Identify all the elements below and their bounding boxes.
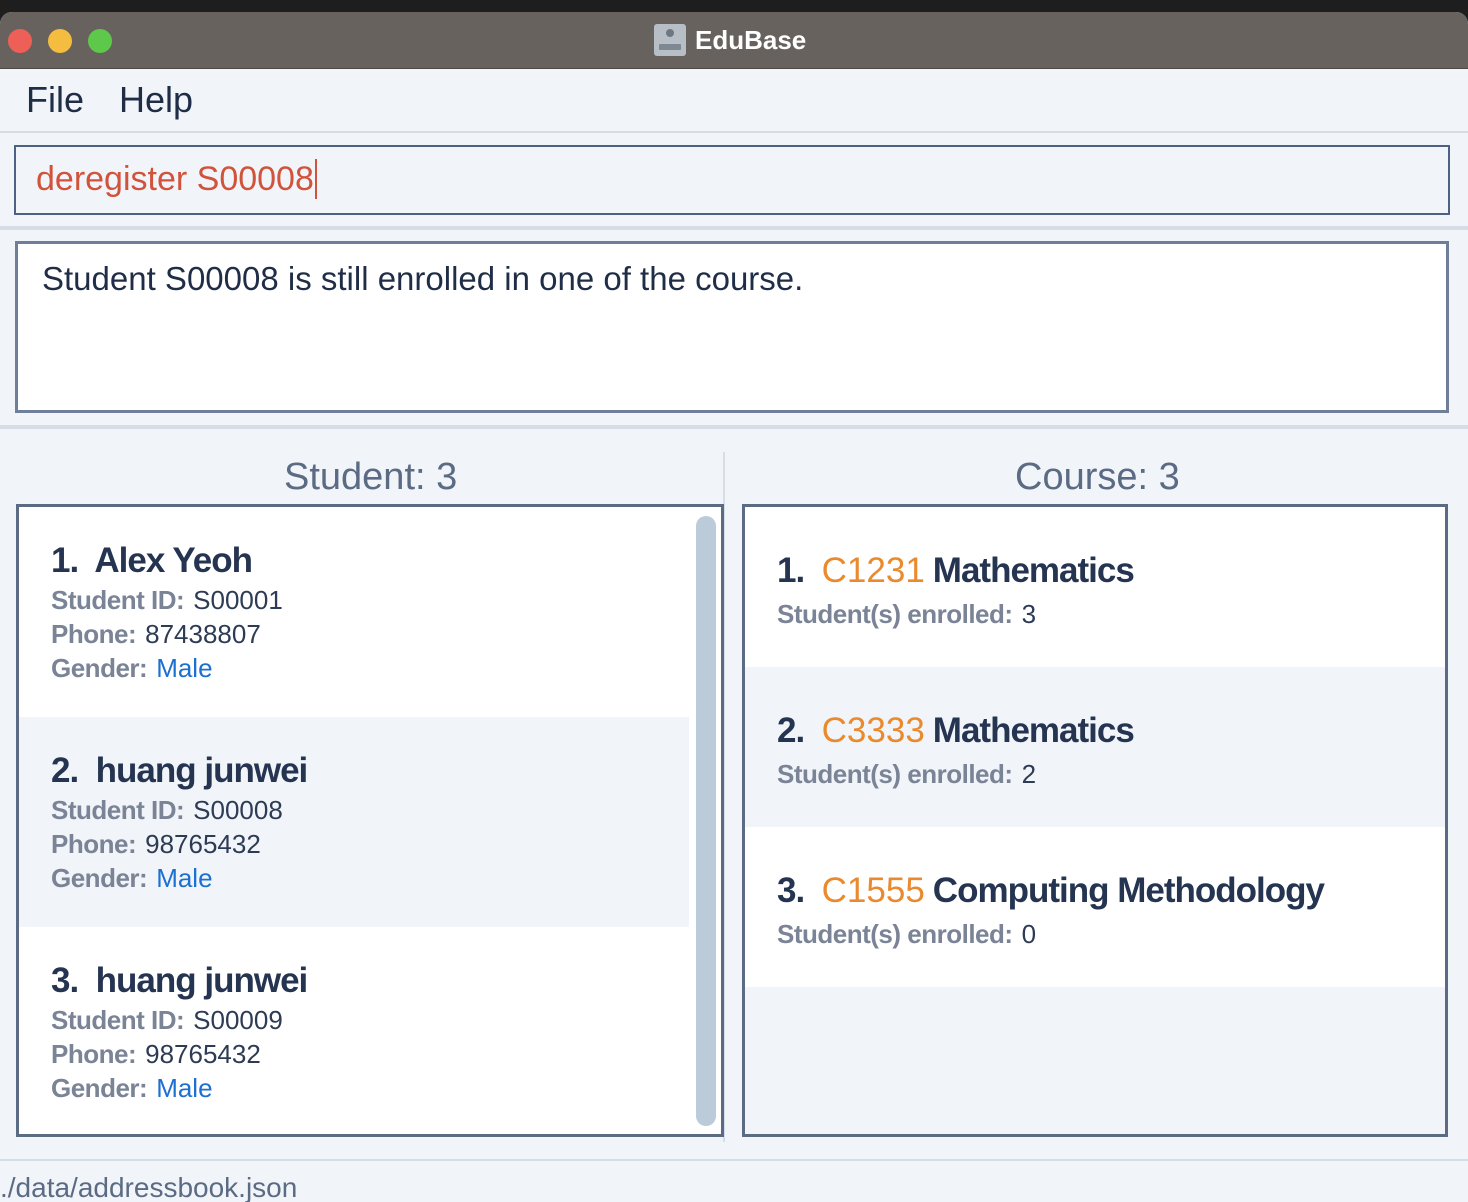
student-panel-title: Student: 3 <box>284 456 458 498</box>
course-heading: 3. C1555 Computing Methodology <box>777 871 1325 911</box>
window-title-group: EduBase <box>654 22 806 58</box>
student-id-label: Student ID: <box>51 585 185 615</box>
student-gender-value: Male <box>156 653 213 683</box>
window-title: EduBase <box>695 24 807 55</box>
student-id-label: Student ID: <box>51 795 185 825</box>
student-phone-value: 87438807 <box>145 619 261 649</box>
course-enrolled-value: 0 <box>1021 919 1037 949</box>
course-heading: 2. C3333 Mathematics <box>777 711 1135 751</box>
course-card[interactable]: 1. C1231 Mathematics Student(s) enrolled:… <box>745 507 1445 667</box>
student-id-row: Student ID: S00009 <box>51 1005 283 1036</box>
command-input[interactable]: deregister S00008 <box>36 159 317 201</box>
student-name: 2. huang junwei <box>51 751 309 791</box>
student-name-text: Alex Yeoh <box>94 541 253 580</box>
course-enrolled-label: Student(s) enrolled: <box>777 759 1013 789</box>
student-id-row: Student ID: S00008 <box>51 795 283 826</box>
course-enrolled-row: Student(s) enrolled: 3 <box>777 599 1036 630</box>
student-gender-label: Gender: <box>51 653 148 683</box>
course-index: 2. <box>777 711 805 750</box>
student-list-scrollbar[interactable] <box>696 516 716 1126</box>
result-message: Student S00008 is still enrolled in one … <box>42 260 804 297</box>
status-bar-path: ./data/addressbook.json <box>0 1172 298 1202</box>
student-index: 1. <box>51 541 79 580</box>
course-name: Mathematics <box>932 711 1135 750</box>
close-window-button[interactable] <box>8 29 32 53</box>
student-gender-value: Male <box>156 863 213 893</box>
minimize-window-button[interactable] <box>48 29 72 53</box>
student-phone-label: Phone: <box>51 619 137 649</box>
student-id-value: S00008 <box>193 795 283 825</box>
divider-command <box>0 226 1468 230</box>
student-phone-label: Phone: <box>51 829 137 859</box>
course-index: 1. <box>777 551 805 590</box>
student-list[interactable]: 1. Alex Yeoh Student ID: S00001 Phone: 874… <box>16 504 724 1137</box>
student-id-label: Student ID: <box>51 1005 185 1035</box>
student-phone-row: Phone: 98765432 <box>51 1039 261 1070</box>
student-id-row: Student ID: S00001 <box>51 585 283 616</box>
student-index: 2. <box>51 751 79 790</box>
course-enrolled-label: Student(s) enrolled: <box>777 599 1013 629</box>
divider-status <box>0 1159 1468 1161</box>
course-name: Computing Methodology <box>932 871 1325 910</box>
course-card[interactable]: 2. C3333 Mathematics Student(s) enrolled:… <box>745 667 1445 827</box>
title-bar: EduBase <box>0 12 1468 69</box>
result-display: Student S00008 is still enrolled in one … <box>15 241 1449 413</box>
command-box[interactable]: deregister S00008 <box>14 145 1450 215</box>
student-gender-row: Gender: Male <box>51 1073 213 1104</box>
course-index: 3. <box>777 871 805 910</box>
student-id-value: S00001 <box>193 585 283 615</box>
menu-file[interactable]: File <box>26 79 84 121</box>
course-enrolled-label: Student(s) enrolled: <box>777 919 1013 949</box>
student-index: 3. <box>51 961 79 1000</box>
course-code: C3333 <box>821 711 925 750</box>
maximize-window-button[interactable] <box>88 29 112 53</box>
student-card[interactable]: 3. huang junwei Student ID: S00009 Phone:… <box>19 927 689 1134</box>
student-gender-label: Gender: <box>51 863 148 893</box>
student-id-value: S00009 <box>193 1005 283 1035</box>
menu-bar: File Help <box>0 69 1468 133</box>
course-list[interactable]: 1. C1231 Mathematics Student(s) enrolled:… <box>742 504 1448 1137</box>
course-enrolled-value: 3 <box>1021 599 1037 629</box>
student-gender-row: Gender: Male <box>51 863 213 894</box>
student-name-text: huang junwei <box>95 751 309 790</box>
course-code: C1555 <box>821 871 925 910</box>
student-gender-value: Male <box>156 1073 213 1103</box>
course-card[interactable]: 3. C1555 Computing Methodology Student(s)… <box>745 827 1445 987</box>
course-heading: 1. C1231 Mathematics <box>777 551 1135 591</box>
student-phone-row: Phone: 87438807 <box>51 619 261 650</box>
course-enrolled-value: 2 <box>1021 759 1037 789</box>
course-code: C1231 <box>821 551 925 590</box>
course-panel-title: Course: 3 <box>1015 456 1180 498</box>
student-card[interactable]: 2. huang junwei Student ID: S00008 Phone:… <box>19 717 689 927</box>
student-gender-label: Gender: <box>51 1073 148 1103</box>
course-list-empty-area <box>745 987 1445 1134</box>
command-text: deregister S00008 <box>36 160 314 198</box>
student-gender-row: Gender: Male <box>51 653 213 684</box>
course-name: Mathematics <box>932 551 1135 590</box>
course-enrolled-row: Student(s) enrolled: 0 <box>777 919 1036 950</box>
student-name-text: huang junwei <box>95 961 309 1000</box>
student-card[interactable]: 1. Alex Yeoh Student ID: S00001 Phone: 874… <box>19 507 689 717</box>
student-phone-value: 98765432 <box>145 829 261 859</box>
app-logo-icon <box>654 24 686 56</box>
student-phone-row: Phone: 98765432 <box>51 829 261 860</box>
menu-help[interactable]: Help <box>119 79 193 121</box>
student-name: 1. Alex Yeoh <box>51 541 253 581</box>
student-phone-label: Phone: <box>51 1039 137 1069</box>
divider-result <box>0 425 1468 429</box>
student-name: 3. huang junwei <box>51 961 309 1001</box>
course-enrolled-row: Student(s) enrolled: 2 <box>777 759 1036 790</box>
student-phone-value: 98765432 <box>145 1039 261 1069</box>
text-caret <box>314 159 317 200</box>
app-window: EduBase File Help deregister S00008 Stud… <box>0 12 1468 1202</box>
